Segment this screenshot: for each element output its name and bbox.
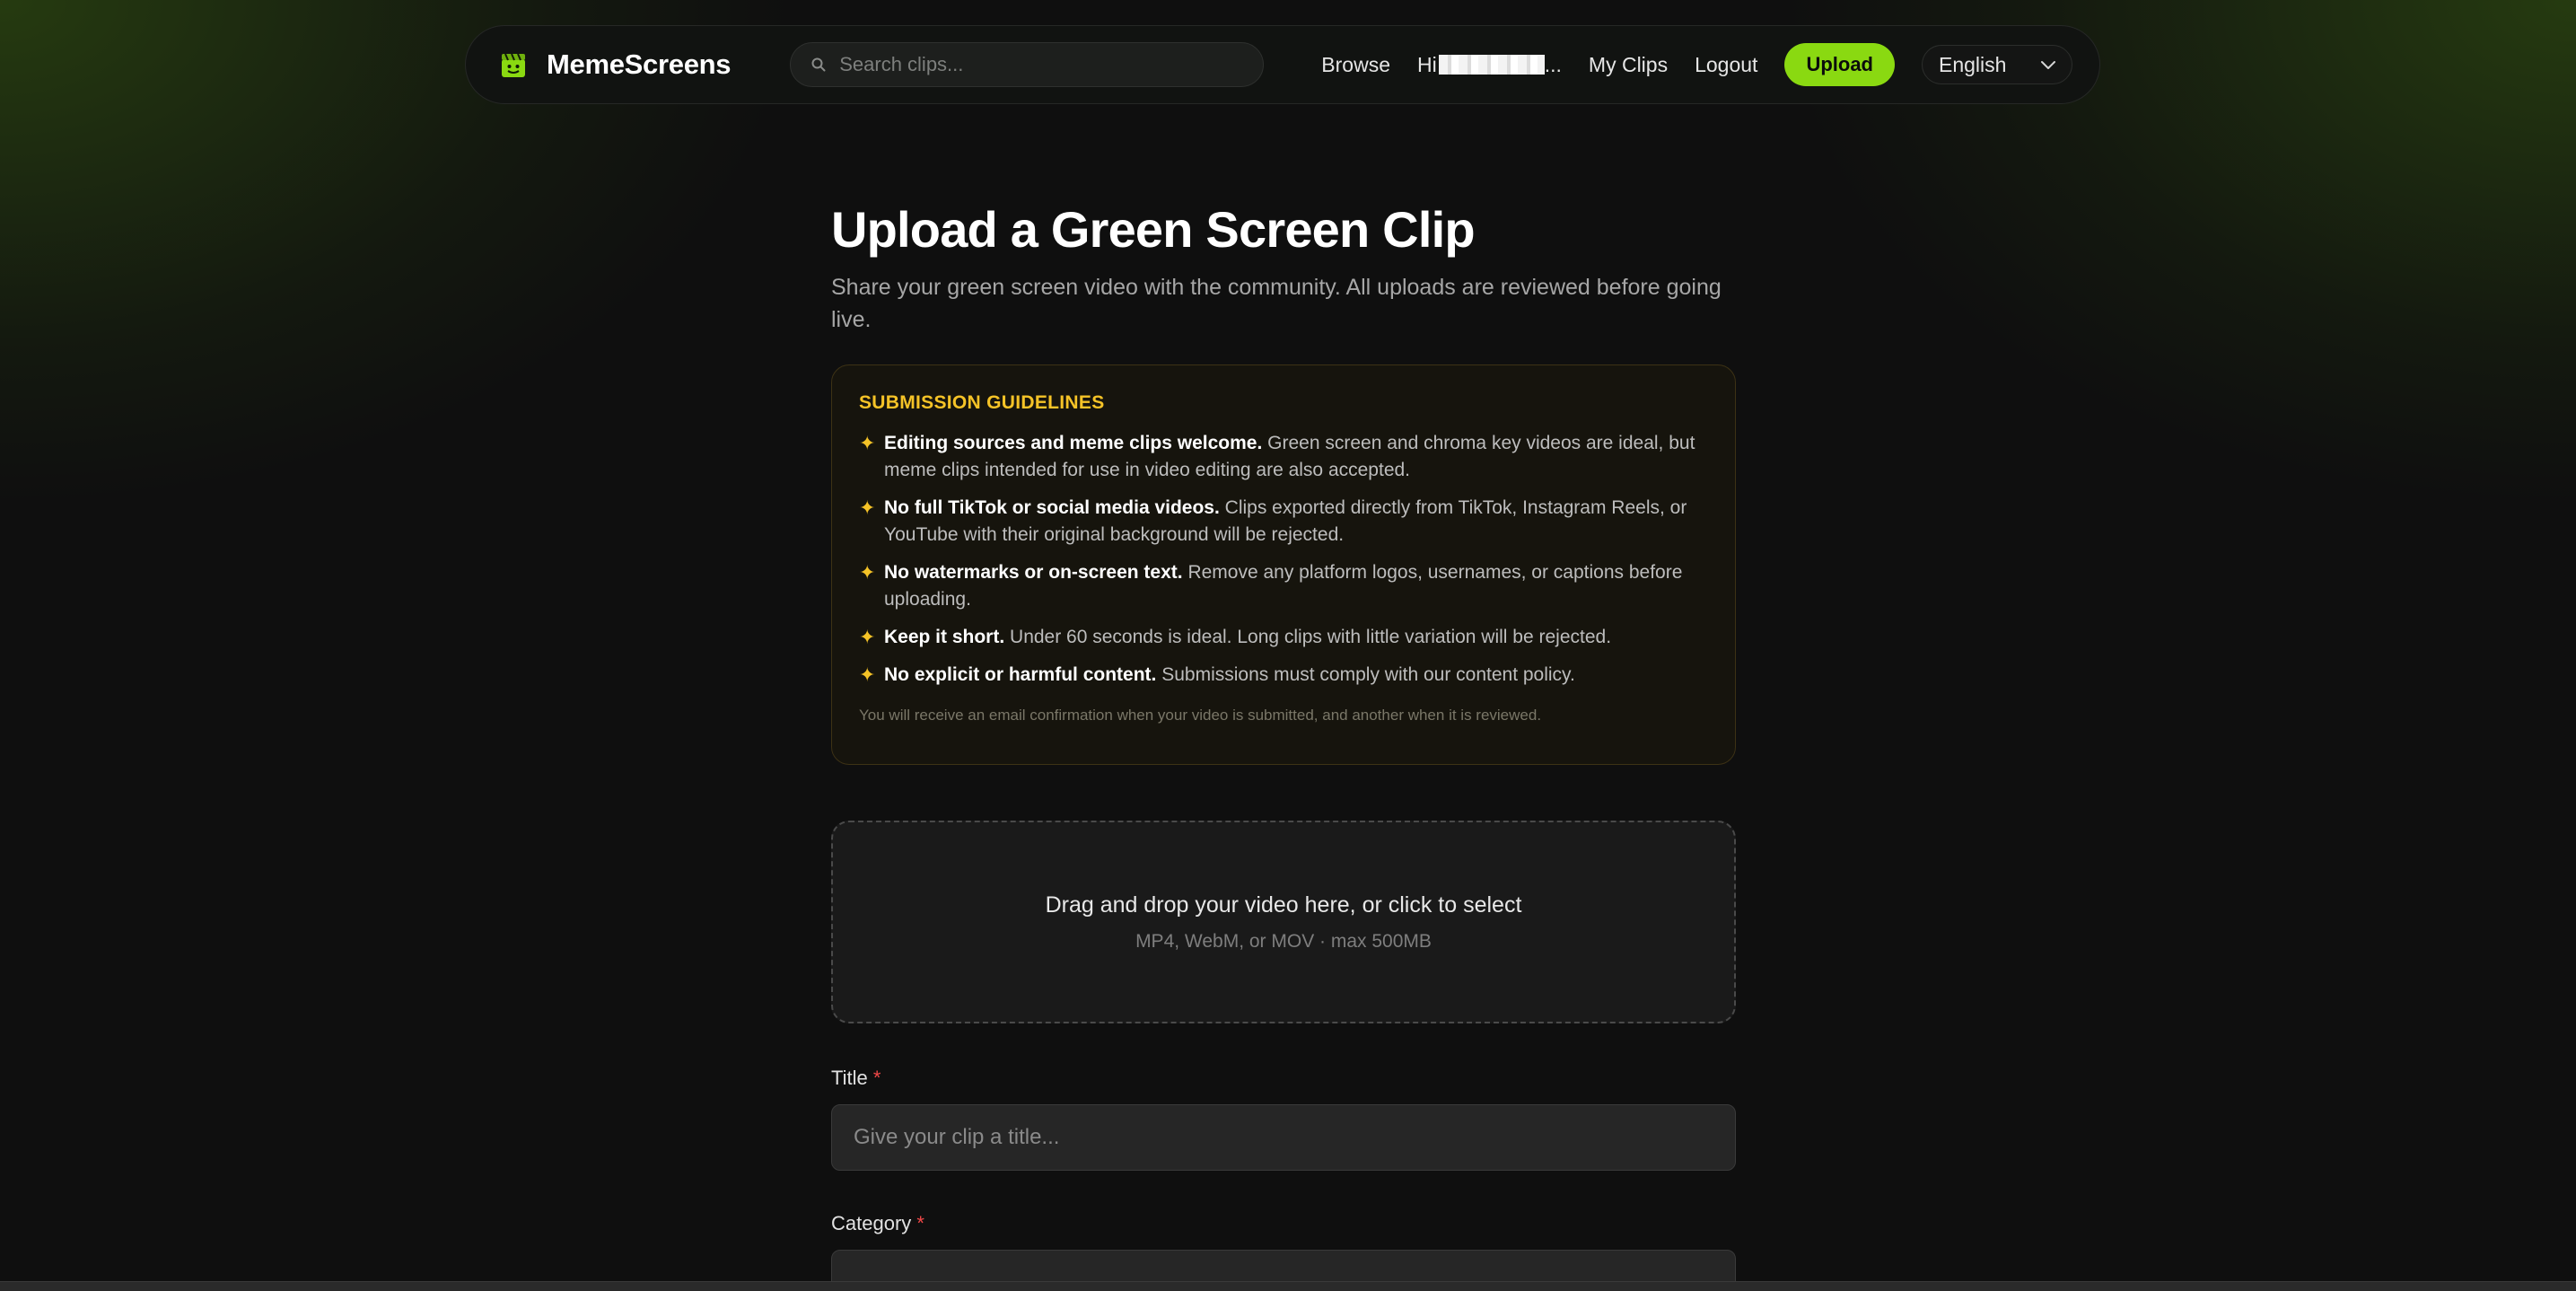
top-navbar: MemeScreens Browse Hi... My Clips Logout… [465, 25, 2100, 104]
clapper-face-icon [502, 53, 525, 77]
nav-user-link[interactable]: Hi... [1417, 53, 1562, 77]
upload-form-section: Upload a Green Screen Clip Share your gr… [831, 199, 1736, 1291]
guideline-bold: Keep it short. [884, 627, 1005, 647]
guideline-item: ✦ Keep it short. Under 60 seconds is ide… [859, 624, 1708, 651]
category-label-text: Category [831, 1212, 912, 1234]
nav-links: Browse Hi... My Clips Logout Upload Engl… [1321, 43, 2072, 86]
chevron-down-icon [2041, 61, 2055, 69]
guideline-item: ✦ Editing sources and meme clips welcome… [859, 430, 1708, 484]
search-input[interactable] [839, 53, 1244, 76]
user-greeting: Hi [1417, 52, 1437, 76]
search-icon [811, 57, 826, 72]
submission-guidelines: SUBMISSION GUIDELINES ✦ Editing sources … [831, 364, 1736, 765]
guidelines-list: ✦ Editing sources and meme clips welcome… [859, 430, 1708, 689]
page-subtitle: Share your green screen video with the c… [831, 275, 1722, 332]
video-dropzone[interactable]: Drag and drop your video here, or click … [831, 821, 1736, 1023]
guideline-detail: Under 60 seconds is ideal. Long clips wi… [1004, 627, 1612, 647]
sparkle-icon: ✦ [859, 561, 876, 584]
guideline-bold: No full TikTok or social media videos. [884, 497, 1220, 518]
guidelines-heading: SUBMISSION GUIDELINES [859, 392, 1105, 413]
nav-logout-link[interactable]: Logout [1695, 53, 1757, 77]
brand-name: MemeScreens [547, 48, 732, 80]
dropzone-instructions: Drag and drop your video here, or click … [1045, 891, 1522, 918]
dropzone-formats: MP4, WebM, or MOV · max 500MB [1135, 930, 1432, 952]
title-label: Title * [831, 1067, 1736, 1090]
category-label: Category * [831, 1212, 1736, 1235]
language-value: English [1939, 52, 2007, 76]
nav-browse-link[interactable]: Browse [1321, 53, 1390, 77]
guideline-text: No full TikTok or social media videos. C… [884, 495, 1708, 549]
guideline-item: ✦ No explicit or harmful content. Submis… [859, 662, 1708, 689]
title-label-text: Title [831, 1067, 868, 1089]
guideline-text: Keep it short. Under 60 seconds is ideal… [884, 624, 1611, 651]
guideline-item: ✦ No watermarks or on-screen text. Remov… [859, 559, 1708, 613]
upload-button[interactable]: Upload [1784, 43, 1895, 86]
sparkle-icon: ✦ [859, 663, 876, 686]
page: MemeScreens Browse Hi... My Clips Logout… [0, 0, 2576, 1291]
guideline-bold: Editing sources and meme clips welcome. [884, 433, 1263, 453]
required-marker: * [872, 1067, 881, 1089]
guideline-text: Editing sources and meme clips welcome. … [884, 430, 1708, 484]
guideline-text: No explicit or harmful content. Submissi… [884, 662, 1575, 689]
guideline-bold: No watermarks or on-screen text. [884, 562, 1183, 583]
guideline-detail: Submissions must comply with our content… [1156, 664, 1575, 685]
nav-my-clips-link[interactable]: My Clips [1589, 53, 1668, 77]
guideline-text: No watermarks or on-screen text. Remove … [884, 559, 1708, 613]
required-marker: * [916, 1212, 924, 1234]
sparkle-icon: ✦ [859, 626, 876, 648]
guideline-bold: No explicit or harmful content. [884, 664, 1157, 685]
sparkle-icon: ✦ [859, 432, 876, 454]
title-input[interactable] [831, 1104, 1736, 1171]
sparkle-icon: ✦ [859, 496, 876, 519]
guideline-item: ✦ No full TikTok or social media videos.… [859, 495, 1708, 549]
page-title: Upload a Green Screen Clip [831, 201, 1476, 258]
language-select[interactable]: English [1922, 45, 2072, 84]
redacted-username [1438, 54, 1545, 75]
category-select[interactable] [831, 1250, 1736, 1291]
brand-logo[interactable]: MemeScreens [498, 48, 732, 81]
guidelines-note: You will receive an email confirmation w… [859, 707, 1542, 724]
search-bar[interactable] [790, 42, 1265, 87]
user-name-ellipsis: ... [1544, 52, 1562, 76]
